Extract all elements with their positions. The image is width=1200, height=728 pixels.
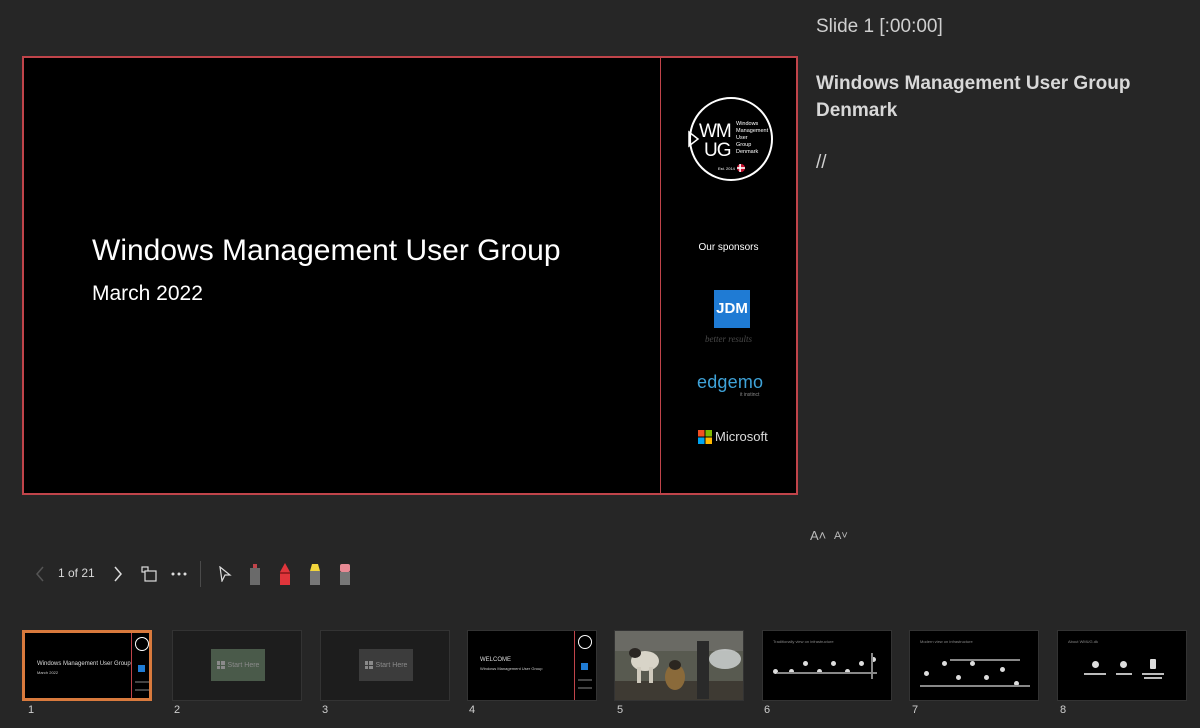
dog-photo-image — [615, 631, 743, 700]
eraser-icon — [340, 564, 350, 585]
see-all-slides-button[interactable] — [138, 562, 160, 586]
highlighter-tool-button[interactable] — [305, 562, 325, 586]
edgemo-logo: edgemo — [697, 372, 764, 392]
laser-pen-icon — [250, 564, 260, 585]
next-slide-button[interactable] — [108, 562, 128, 586]
thumbnail-slide-4[interactable]: WELCOME Windows Management User Group — [467, 630, 597, 701]
thumbnail-number: 7 — [912, 704, 919, 716]
svg-text:Windows: Windows — [736, 121, 759, 127]
edgemo-tagline: it instinct — [740, 392, 760, 398]
thumbnail-number: 1 — [28, 704, 35, 716]
pen-tool-button[interactable] — [275, 562, 295, 586]
windows-icon — [216, 661, 225, 669]
slide-title: Windows Management User Group — [92, 234, 561, 267]
thumbnail-title: Traditionally view on infrastructure — [773, 639, 834, 644]
toolbar-separator — [200, 561, 201, 587]
thumbnail-title: Modern view on infrastructure — [920, 639, 973, 644]
pointer-tool-button[interactable] — [214, 562, 236, 586]
wmug-logo-mini — [135, 637, 149, 651]
slide-divider — [660, 58, 661, 493]
chevron-right-icon — [114, 566, 122, 582]
chevron-left-icon — [36, 566, 44, 582]
thumbnail-number: 2 — [174, 704, 181, 716]
thumbnail-title: About WMUG.dk — [1068, 639, 1099, 644]
thumbnail-title: Windows Management User Group — [37, 661, 131, 667]
ellipsis-icon — [171, 572, 187, 576]
thumbnail-subtitle: Windows Management User Group — [480, 666, 543, 671]
microsoft-logo-text: Microsoft — [715, 429, 768, 444]
svg-text:Group: Group — [736, 142, 751, 148]
notes-body: // — [816, 152, 827, 173]
windows-icon — [364, 661, 373, 669]
thumbnail-number: 4 — [469, 704, 476, 716]
thumbnail-slide-8[interactable]: About WMUG.dk — [1057, 630, 1187, 701]
red-pen-icon — [280, 563, 290, 585]
pointer-icon — [219, 566, 232, 582]
thumbnail-number: 6 — [764, 704, 771, 716]
eraser-tool-button[interactable] — [335, 562, 355, 586]
increase-font-button[interactable]: A˄ — [810, 528, 826, 543]
microsoft-logo-icon — [698, 430, 712, 444]
previous-slide-button[interactable] — [30, 562, 50, 586]
thumbnail-slide-5[interactable] — [614, 630, 744, 701]
wmug-logo: WM UG Windows Management User Group Denm… — [688, 97, 773, 181]
thumbnail-subtitle: March 2022 — [37, 670, 59, 675]
thumbnail-slide-6[interactable]: Traditionally view on infrastructure — [762, 630, 892, 701]
page-indicator: 1 of 21 — [58, 566, 95, 580]
thumbnail-slide-1[interactable]: Windows Management User Group March 2022 — [22, 630, 152, 701]
jdm-tagline: better results — [705, 334, 752, 344]
logo-line2: UG — [704, 140, 731, 161]
svg-text:Denmark: Denmark — [736, 149, 759, 155]
decrease-font-button[interactable]: A˅ — [834, 530, 848, 542]
svg-text:Est. 2014: Est. 2014 — [718, 166, 736, 171]
thumbnail-number: 3 — [322, 704, 329, 716]
thumbnail-text: Start Here — [227, 661, 260, 669]
svg-text:User: User — [736, 135, 748, 141]
logo-line1: WM — [699, 121, 731, 142]
notes-title: Windows Management User Group Denmark — [816, 73, 1131, 121]
thumbnail-title: WELCOME — [480, 657, 512, 663]
svg-text:Management: Management — [736, 128, 769, 134]
thumbnail-slide-2[interactable]: Start Here — [172, 630, 302, 701]
thumbnail-number: 5 — [617, 704, 624, 716]
slide-subtitle: March 2022 — [92, 282, 203, 305]
thumbnail-slide-7[interactable]: Modern view on infrastructure — [909, 630, 1039, 701]
more-options-button[interactable] — [168, 562, 190, 586]
yellow-highlighter-icon — [310, 564, 320, 585]
thumbnail-text: Start Here — [375, 661, 408, 669]
thumbnail-number: 8 — [1060, 704, 1067, 716]
thumbnail-slide-3[interactable]: Start Here — [320, 630, 450, 701]
jdm-logo: JDM — [714, 290, 750, 328]
laser-pen-button[interactable] — [245, 562, 265, 586]
current-slide[interactable]: Windows Management User Group March 2022… — [22, 56, 798, 495]
sponsors-label: Our sponsors — [698, 242, 759, 253]
slide-timer: Slide 1 [:00:00] — [816, 16, 943, 37]
slides-grid-icon — [141, 566, 157, 582]
